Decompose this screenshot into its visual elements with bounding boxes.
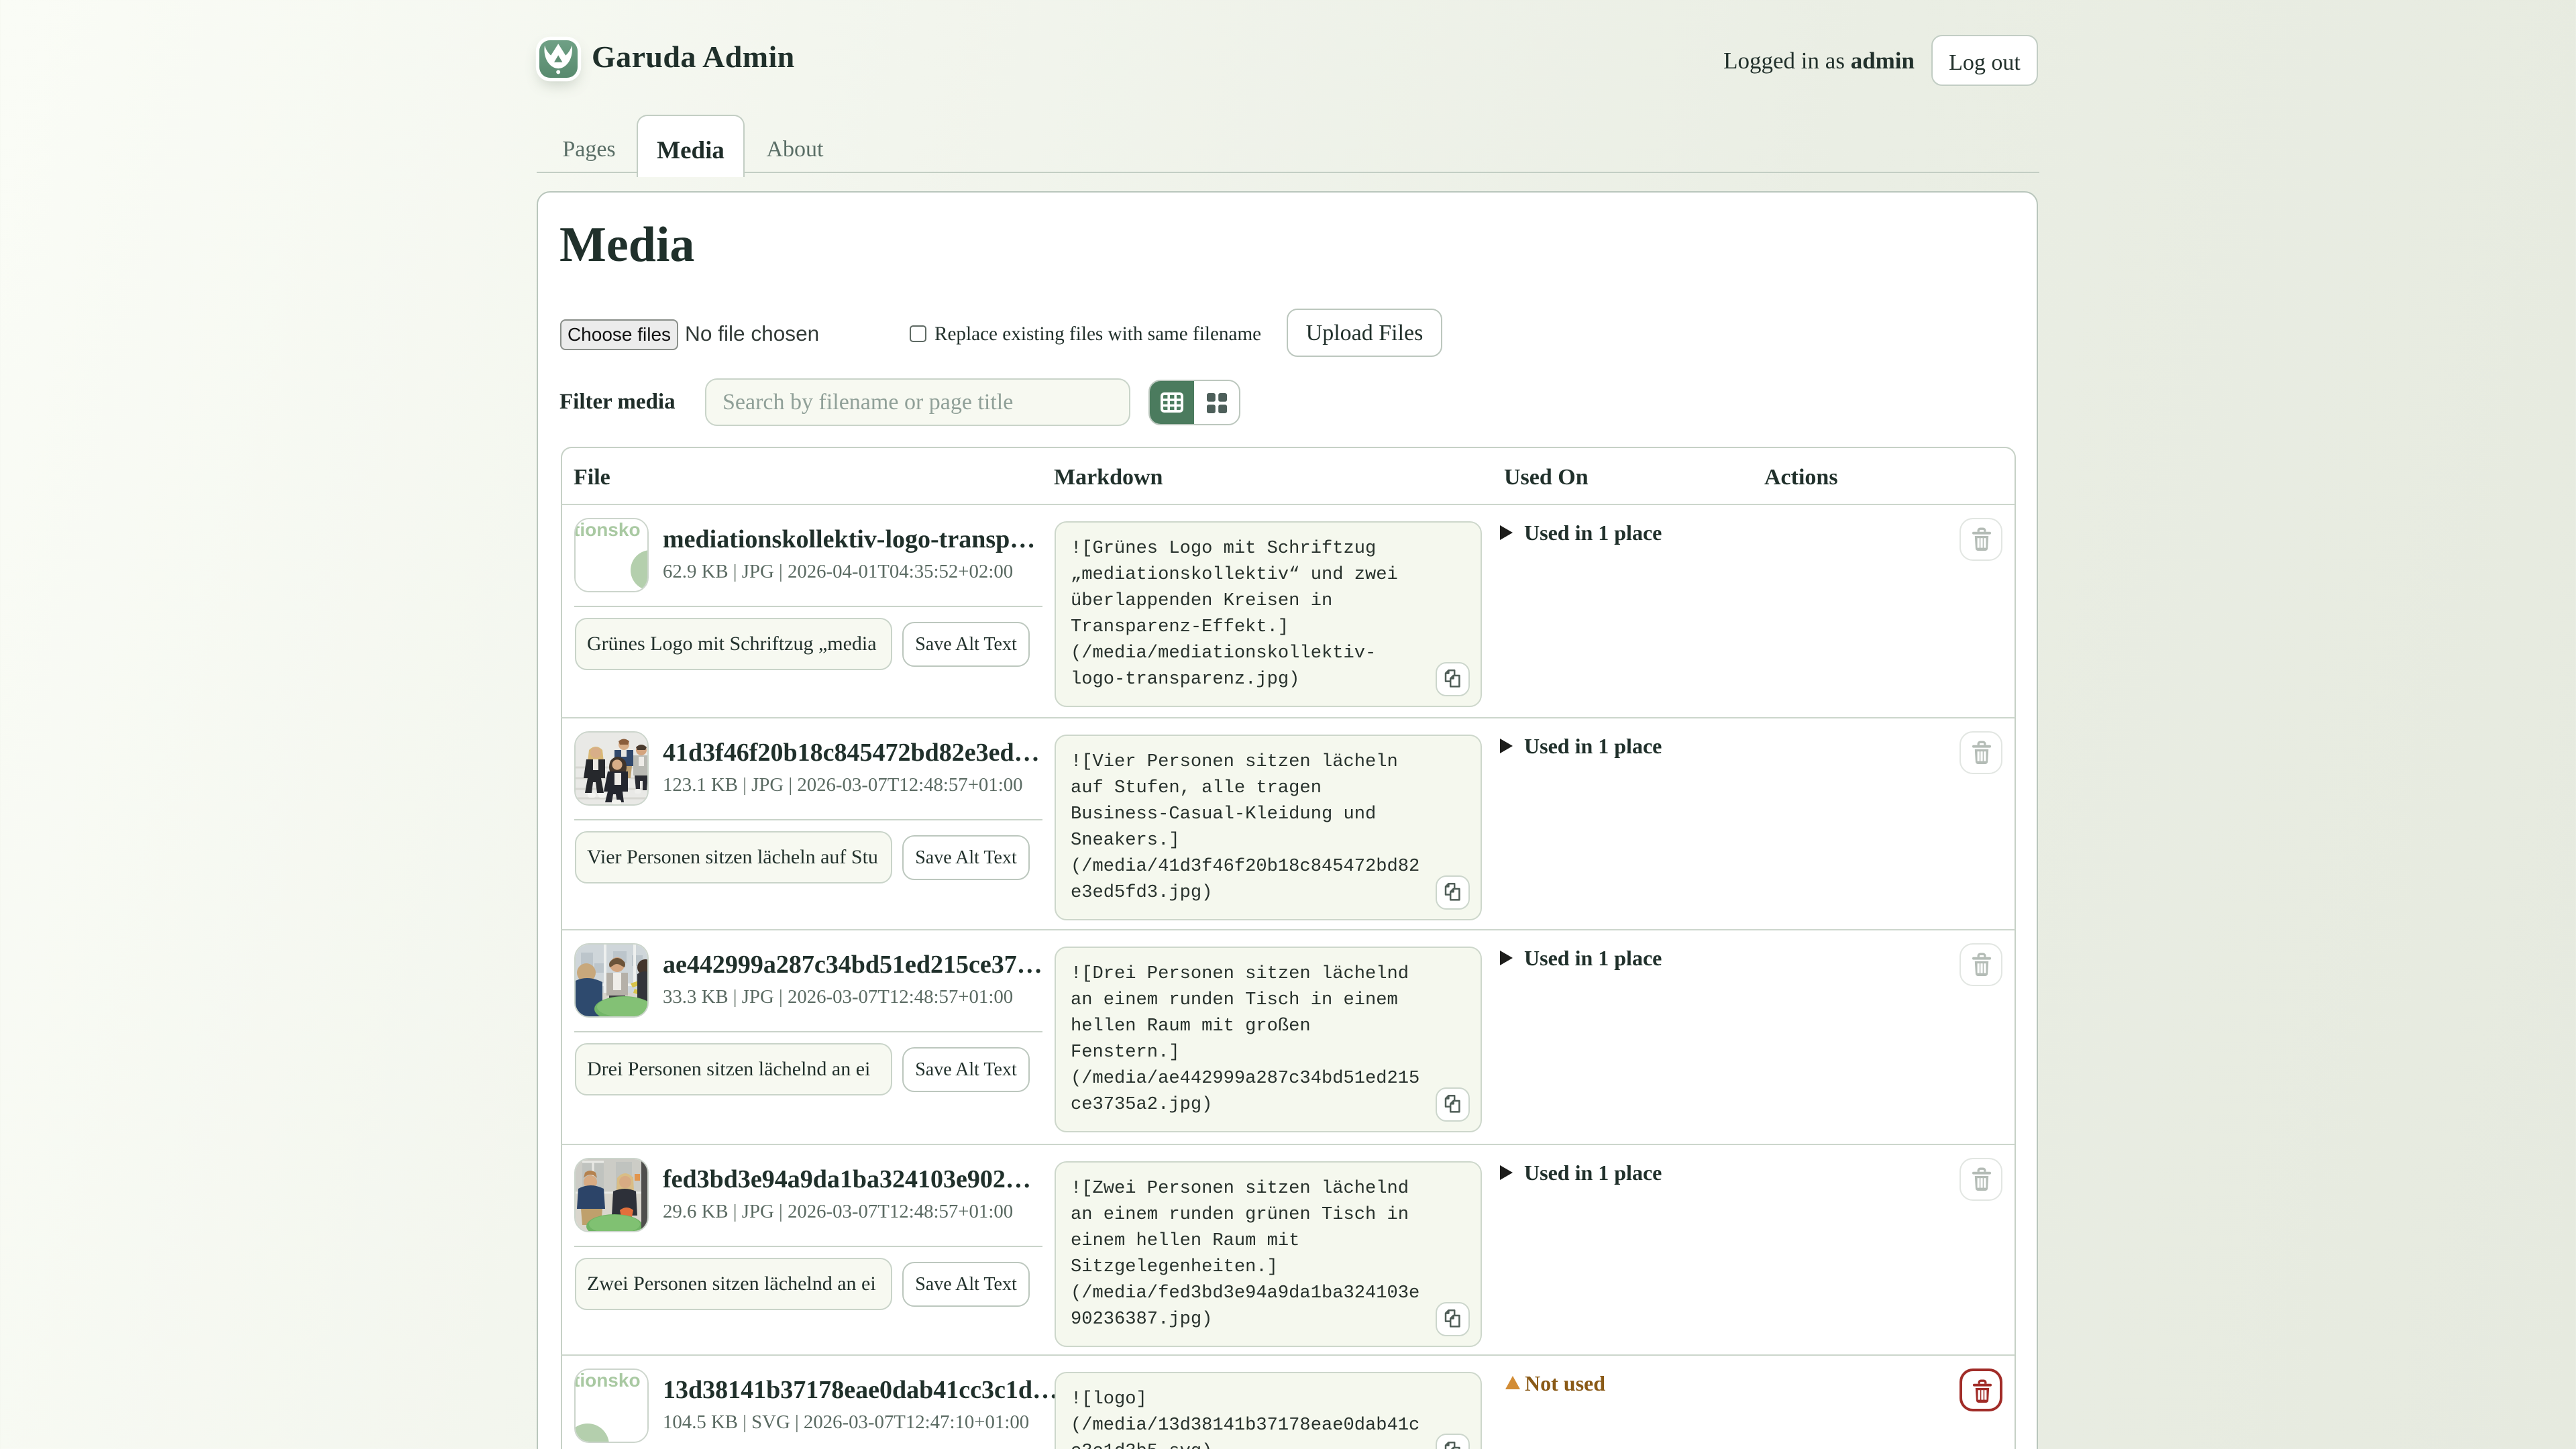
svg-text:tionsko: tionsko (576, 1370, 641, 1391)
svg-text:tionsko: tionsko (576, 519, 641, 540)
